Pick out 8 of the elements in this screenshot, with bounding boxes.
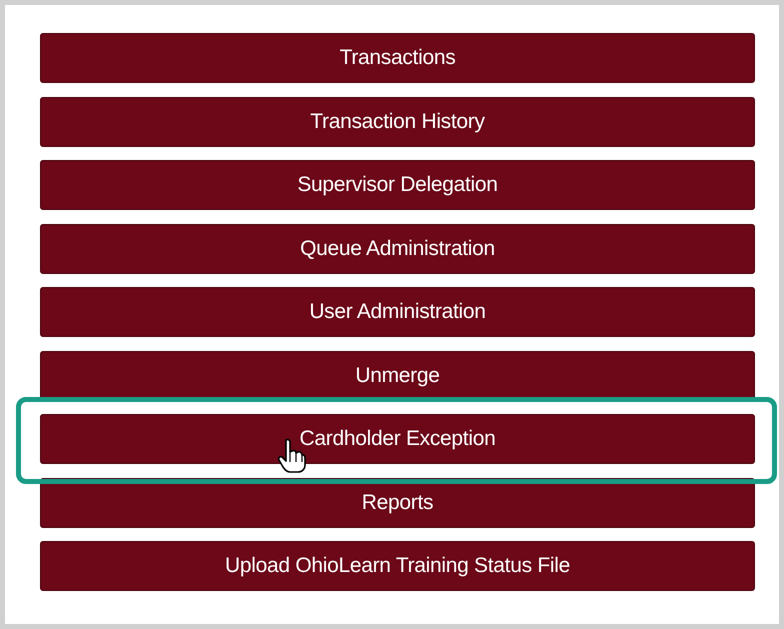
menu-button[interactable]: Transactions [40,33,755,83]
menu-button[interactable]: Upload OhioLearn Training Status File [40,541,755,591]
menu-button[interactable]: Cardholder Exception [40,414,755,464]
menu-button[interactable]: Transaction History [40,96,755,146]
menu-button[interactable]: Reports [40,478,755,528]
menu-button[interactable]: User Administration [40,287,755,337]
menu-button[interactable]: Queue Administration [40,224,755,274]
menu-button[interactable]: Supervisor Delegation [40,160,755,210]
